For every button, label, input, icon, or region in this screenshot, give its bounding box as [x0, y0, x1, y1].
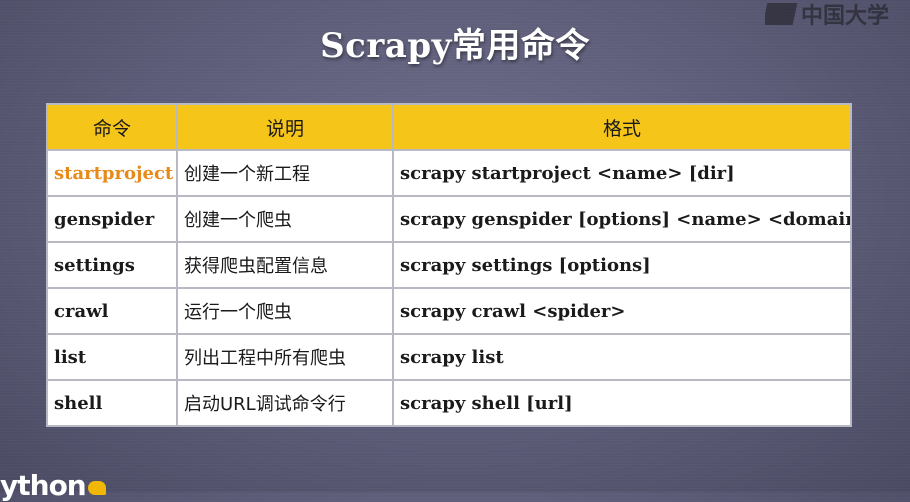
- command-name: list: [46, 333, 178, 381]
- slide-title: Scrapy常用命令: [320, 26, 590, 66]
- table-row: shell 启动URL调试命令行 scrapy shell [url]: [46, 379, 852, 427]
- python-logo-text: ython: [0, 469, 87, 502]
- command-name: crawl: [46, 287, 178, 335]
- table-row: settings 获得爬虫配置信息 scrapy settings [optio…: [46, 241, 852, 289]
- command-description: 运行一个爬虫: [176, 287, 394, 335]
- table-row: crawl 运行一个爬虫 scrapy crawl <spider>: [46, 287, 852, 335]
- command-description: 获得爬虫配置信息: [176, 241, 394, 289]
- command-description: 创建一个爬虫: [176, 195, 394, 243]
- command-description: 启动URL调试命令行: [176, 379, 394, 427]
- header-command: 命令: [46, 103, 178, 151]
- command-name: genspider: [46, 195, 178, 243]
- command-name: shell: [46, 379, 178, 427]
- command-name: settings: [46, 241, 178, 289]
- command-description: 列出工程中所有爬虫: [176, 333, 394, 381]
- table-row: startproject 创建一个新工程 scrapy startproject…: [46, 149, 852, 197]
- commands-table: 命令 说明 格式 startproject 创建一个新工程 scrapy sta…: [46, 103, 852, 427]
- python-snake-icon: [87, 480, 106, 495]
- command-format: scrapy settings [options]: [392, 241, 852, 289]
- command-format: scrapy startproject <name> [dir]: [392, 149, 852, 197]
- table-row: list 列出工程中所有爬虫 scrapy list: [46, 333, 852, 381]
- command-name: startproject: [46, 149, 178, 197]
- header-description: 说明: [176, 103, 394, 151]
- command-format: scrapy crawl <spider>: [392, 287, 852, 335]
- command-format: scrapy list: [392, 333, 852, 381]
- table-row: genspider 创建一个爬虫 scrapy genspider [optio…: [46, 195, 852, 243]
- table-header-row: 命令 说明 格式: [46, 103, 852, 151]
- command-description: 创建一个新工程: [176, 149, 394, 197]
- command-format: scrapy genspider [options] <name> <domai…: [392, 195, 852, 243]
- command-format: scrapy shell [url]: [392, 379, 852, 427]
- python-logo: ython: [0, 469, 106, 502]
- header-format: 格式: [392, 103, 852, 151]
